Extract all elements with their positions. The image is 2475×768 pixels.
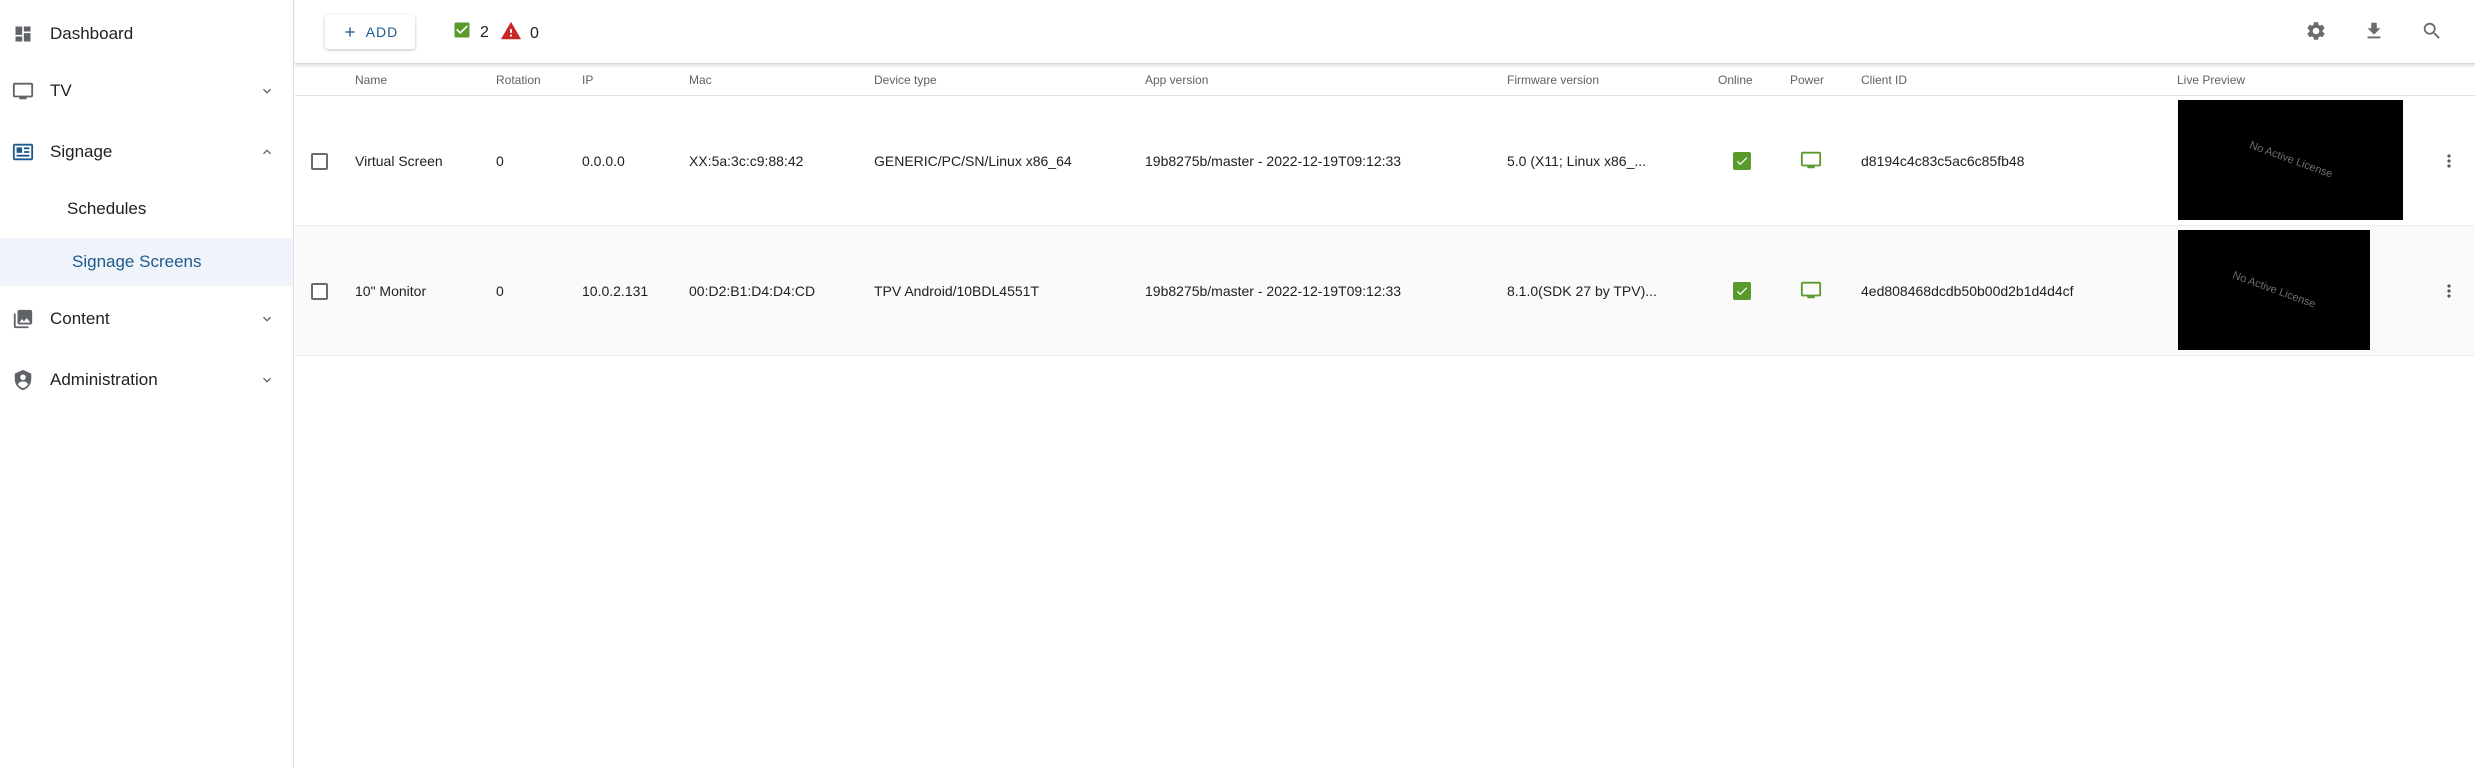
admin-shield-icon [12,369,34,391]
cell-app-version: 19b8275b/master - 2022-12-19T09:12:33 [1145,153,1402,169]
sidebar-item-label: Signage Screens [72,252,202,271]
cell-online [1733,226,1751,356]
column-header-power[interactable]: Power [1790,73,1824,87]
cell-name: 10" Monitor [355,283,427,299]
row-select-cell [311,226,328,356]
warning-count: 0 [530,24,539,42]
online-count-badge: 2 [452,20,489,45]
chevron-down-icon [259,83,275,99]
cell-mac: 00:D2:B1:D4:D4:CD [689,283,816,299]
cell-rotation: 0 [496,283,504,299]
row-select-cell [311,96,328,226]
column-header-live-preview[interactable]: Live Preview [2177,73,2245,87]
toolbar: ADD 2 0 [295,0,2475,64]
live-preview[interactable]: No Active License [2178,100,2403,220]
sidebar-item-label: Content [50,309,110,328]
sidebar-item-label: TV [50,81,72,100]
sidebar: Dashboard TV Signage Schedules Signage S… [0,0,294,768]
sidebar-item-content[interactable]: Content [0,293,293,345]
sidebar-item-label: Schedules [67,199,147,218]
sidebar-item-label: Administration [50,370,158,389]
settings-icon[interactable] [2303,18,2329,44]
cell-mac: XX:5a:3c:c9:88:42 [689,153,804,169]
column-header-ip[interactable]: IP [582,73,593,87]
cell-client-id: d8194c4c83c5ac6c85fb48 [1861,153,2025,169]
check-box-icon [452,20,472,45]
sidebar-item-label: Signage [50,142,113,161]
row-actions-cell [2437,226,2461,356]
sidebar-item-dashboard[interactable]: Dashboard [0,8,293,60]
column-header-name[interactable]: Name [355,73,387,87]
signage-screens-table: Name Rotation IP Mac Device type App ver… [295,64,2475,356]
cell-name: Virtual Screen [355,153,443,169]
cell-app-version: 19b8275b/master - 2022-12-19T09:12:33 [1145,283,1402,299]
table-row[interactable]: 10" Monitor 0 10.0.2.131 00:D2:B1:D4:D4:… [295,226,2475,356]
download-icon[interactable] [2361,18,2387,44]
more-vert-icon[interactable] [2437,149,2461,173]
sidebar-item-signage[interactable]: Signage [0,126,293,178]
preview-watermark: No Active License [2230,269,2318,311]
cell-ip: 10.0.2.131 [582,283,649,299]
sidebar-item-tv[interactable]: TV [0,65,293,117]
cell-power [1800,226,1822,356]
chevron-down-icon [259,311,275,327]
search-icon[interactable] [2419,18,2445,44]
table-row[interactable]: Virtual Screen 0 0.0.0.0 XX:5a:3c:c9:88:… [295,96,2475,226]
column-header-client-id[interactable]: Client ID [1861,73,1907,87]
row-checkbox[interactable] [311,282,328,300]
column-header-rotation[interactable]: Rotation [496,73,541,87]
column-header-mac[interactable]: Mac [689,73,712,87]
cell-rotation: 0 [496,153,504,169]
live-preview[interactable]: No Active License [2178,230,2370,350]
online-check-icon [1733,152,1751,170]
cell-online [1733,96,1751,226]
plus-icon [345,27,355,37]
column-header-firmware-version[interactable]: Firmware version [1507,73,1599,87]
cell-device-type: TPV Android/10BDL4551T [874,283,1039,299]
sidebar-item-signage-screens[interactable]: Signage Screens [0,238,293,286]
preview-watermark: No Active License [2247,139,2334,181]
add-button[interactable]: ADD [325,15,415,49]
cell-client-id: 4ed808468dcdb50b00d2b1d4d4cf [1861,283,2074,299]
warning-count-badge: 0 [500,20,539,47]
power-monitor-icon [1800,149,1822,174]
cell-firmware-version: 8.1.0(SDK 27 by TPV)... [1507,283,1657,299]
cell-ip: 0.0.0.0 [582,153,625,169]
column-header-device-type[interactable]: Device type [874,73,937,87]
row-checkbox[interactable] [311,152,328,170]
sidebar-item-schedules[interactable]: Schedules [0,185,293,233]
chevron-up-icon [259,144,275,160]
signage-icon [12,141,34,163]
row-actions-cell [2437,96,2461,226]
cell-power [1800,96,1822,226]
chevron-down-icon [259,372,275,388]
power-monitor-icon [1800,279,1822,304]
photo-library-icon [12,308,34,330]
sidebar-item-label: Dashboard [50,24,134,43]
table-header: Name Rotation IP Mac Device type App ver… [295,64,2475,96]
column-header-app-version[interactable]: App version [1145,73,1208,87]
add-button-label: ADD [365,24,399,40]
warning-icon [500,20,522,47]
online-check-icon [1733,282,1751,300]
online-count: 2 [480,23,489,41]
dashboard-icon [12,23,34,45]
tv-icon [12,80,34,102]
cell-firmware-version: 5.0 (X11; Linux x86_... [1507,153,1647,169]
more-vert-icon[interactable] [2437,279,2461,303]
cell-device-type: GENERIC/PC/SN/Linux x86_64 [874,153,1072,169]
sidebar-item-administration[interactable]: Administration [0,354,293,406]
column-header-online[interactable]: Online [1718,73,1753,87]
